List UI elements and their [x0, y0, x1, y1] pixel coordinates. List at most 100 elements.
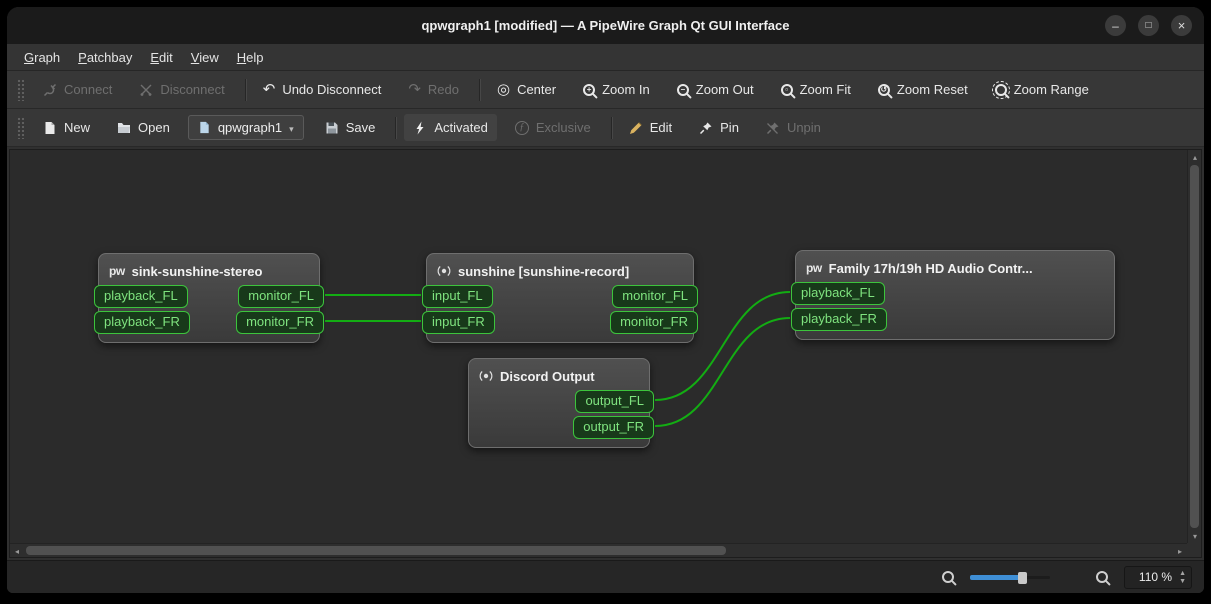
zoom-range-button[interactable]: Zoom Range	[986, 76, 1098, 103]
new-label: New	[64, 120, 91, 135]
port-monitor_FR[interactable]: monitor_FR	[610, 311, 698, 334]
activated-toggle[interactable]: Activated	[404, 114, 497, 141]
minimize-button[interactable]	[1105, 15, 1126, 36]
graph-node-discord[interactable]: Discord Output output_FL output_FR	[468, 358, 654, 448]
spin-up-icon[interactable]: ▲	[1179, 570, 1186, 577]
pin-label: Pin	[720, 120, 739, 135]
disconnect-button[interactable]: Disconnect	[130, 76, 233, 103]
spin-down-icon[interactable]: ▼	[1179, 578, 1186, 585]
zoom-range-label: Zoom Range	[1013, 82, 1089, 97]
undo-label: Undo Disconnect	[282, 82, 382, 97]
zoom-slider[interactable]	[970, 570, 1051, 585]
zoom-reset-button[interactable]: Zoom Reset	[869, 76, 977, 103]
close-button[interactable]	[1171, 15, 1192, 36]
window-controls	[1105, 15, 1192, 36]
port-input_FR[interactable]: input_FR	[422, 311, 495, 334]
pin-button[interactable]: Pin	[690, 114, 748, 141]
zoom-out-label: Zoom Out	[695, 82, 754, 97]
unpin-label: Unpin	[786, 120, 821, 135]
unpin-button[interactable]: Unpin	[757, 114, 830, 141]
port-monitor_FL[interactable]: monitor_FL	[612, 285, 698, 308]
port-output_FL[interactable]: output_FL	[575, 390, 654, 413]
statusbar-zoom-out-button[interactable]	[936, 566, 960, 588]
redo-icon	[408, 82, 421, 97]
patchbay-selector[interactable]: qpwgraph1	[187, 115, 304, 140]
node-header: Discord Output	[469, 364, 649, 388]
connect-icon	[43, 83, 57, 96]
redo-button[interactable]: Redo	[399, 76, 468, 103]
speaker-icon	[479, 369, 493, 383]
node-title: sunshine [sunshine-record]	[458, 263, 630, 279]
zoom-spinbox[interactable]: 110 % ▲ ▼	[1124, 565, 1192, 589]
toolbar-grip[interactable]	[17, 78, 24, 101]
titlebar[interactable]: qpwgraph1 [modified] — A PipeWire Graph …	[7, 7, 1204, 44]
port-playback_FL[interactable]: playback_FL	[94, 285, 188, 308]
horizontal-scroll-thumb[interactable]	[26, 546, 726, 555]
edit-toggle[interactable]: Edit	[620, 114, 681, 141]
spinbox-arrows: ▲ ▼	[1179, 570, 1186, 585]
toolbar-grip[interactable]	[17, 116, 24, 139]
menu-patchbay[interactable]: Patchbay	[69, 45, 141, 70]
graph-canvas[interactable]: pw sink-sunshine-stereo playback_FL playbac…	[9, 149, 1202, 558]
zoom-value: 110 %	[1138, 570, 1173, 584]
vertical-scrollbar[interactable]: ▴ ▾	[1187, 150, 1201, 543]
port-playback_FR[interactable]: playback_FR	[791, 308, 887, 331]
zoom-out-icon	[676, 83, 689, 96]
zoom-slider-fill	[970, 574, 1023, 580]
disconnect-label: Disconnect	[160, 82, 225, 97]
center-label: Center	[517, 82, 557, 97]
exclusive-toggle[interactable]: Exclusive	[506, 114, 600, 141]
activated-bolt-icon	[416, 121, 424, 134]
horizontal-scrollbar[interactable]: ◂ ▸	[10, 543, 1187, 557]
menu-view[interactable]: View	[182, 45, 228, 70]
zoom-fit-label: Zoom Fit	[799, 82, 851, 97]
magnifier-icon	[1096, 571, 1109, 583]
statusbar: 110 % ▲ ▼	[7, 560, 1204, 593]
connect-label: Connect	[64, 82, 113, 97]
exclusive-icon	[514, 120, 529, 135]
magnifier-icon	[942, 571, 955, 583]
port-input_FL[interactable]: input_FL	[422, 285, 493, 308]
pipewire-icon: pw	[806, 261, 822, 275]
undo-disconnect-button[interactable]: Undo Disconnect	[254, 76, 391, 103]
menu-edit[interactable]: Edit	[141, 45, 181, 70]
menu-graph[interactable]: Graph	[15, 45, 69, 70]
graph-viewport[interactable]: pw sink-sunshine-stereo playback_FL playbac…	[10, 150, 1187, 543]
maximize-button[interactable]	[1138, 15, 1159, 36]
save-label: Save	[345, 120, 376, 135]
new-button[interactable]: New	[34, 114, 99, 141]
scroll-right-icon[interactable]: ▸	[1173, 544, 1187, 557]
port-monitor_FL[interactable]: monitor_FL	[238, 285, 324, 308]
patchbay-selector-value: qpwgraph1	[217, 120, 283, 135]
save-icon	[326, 122, 338, 133]
scroll-up-icon[interactable]: ▴	[1188, 150, 1201, 164]
zoom-in-button[interactable]: Zoom In	[574, 76, 659, 103]
center-button[interactable]: Center	[488, 76, 565, 103]
open-folder-icon	[118, 122, 131, 133]
vertical-scroll-thumb[interactable]	[1190, 165, 1199, 528]
scroll-down-icon[interactable]: ▾	[1188, 529, 1201, 543]
graph-node-sink[interactable]: pw sink-sunshine-stereo playback_FL playbac…	[94, 253, 324, 343]
menubar: Graph Patchbay Edit View Help	[7, 44, 1204, 71]
zoom-out-button[interactable]: Zoom Out	[668, 76, 763, 103]
menu-help[interactable]: Help	[228, 45, 273, 70]
statusbar-zoom-in-button[interactable]	[1090, 566, 1114, 588]
open-button[interactable]: Open	[108, 114, 179, 141]
port-monitor_FR[interactable]: monitor_FR	[236, 311, 324, 334]
scroll-left-icon[interactable]: ◂	[10, 544, 24, 557]
graph-toolbar: Connect Disconnect Undo Disconnect Redo …	[7, 71, 1204, 109]
redo-label: Redo	[427, 82, 459, 97]
connect-button[interactable]: Connect	[34, 76, 121, 103]
patchbay-toolbar: New Open qpwgraph1 Save Activated Exclus…	[7, 109, 1204, 147]
port-output_FR[interactable]: output_FR	[573, 416, 654, 439]
save-button[interactable]: Save	[316, 114, 385, 141]
graph-node-sunshine[interactable]: sunshine [sunshine-record] input_FL input_…	[422, 253, 698, 343]
edit-pencil-icon	[629, 121, 642, 134]
wires-svg	[324, 291, 791, 427]
graph-node-family[interactable]: pw Family 17h/19h HD Audio Contr... playba…	[791, 250, 1115, 340]
node-header: pw Family 17h/19h HD Audio Contr...	[796, 256, 1114, 280]
port-playback_FR[interactable]: playback_FR	[94, 311, 190, 334]
zoom-slider-handle[interactable]	[1018, 571, 1028, 584]
zoom-fit-button[interactable]: Zoom Fit	[772, 76, 860, 103]
port-playback_FL[interactable]: playback_FL	[791, 282, 885, 305]
